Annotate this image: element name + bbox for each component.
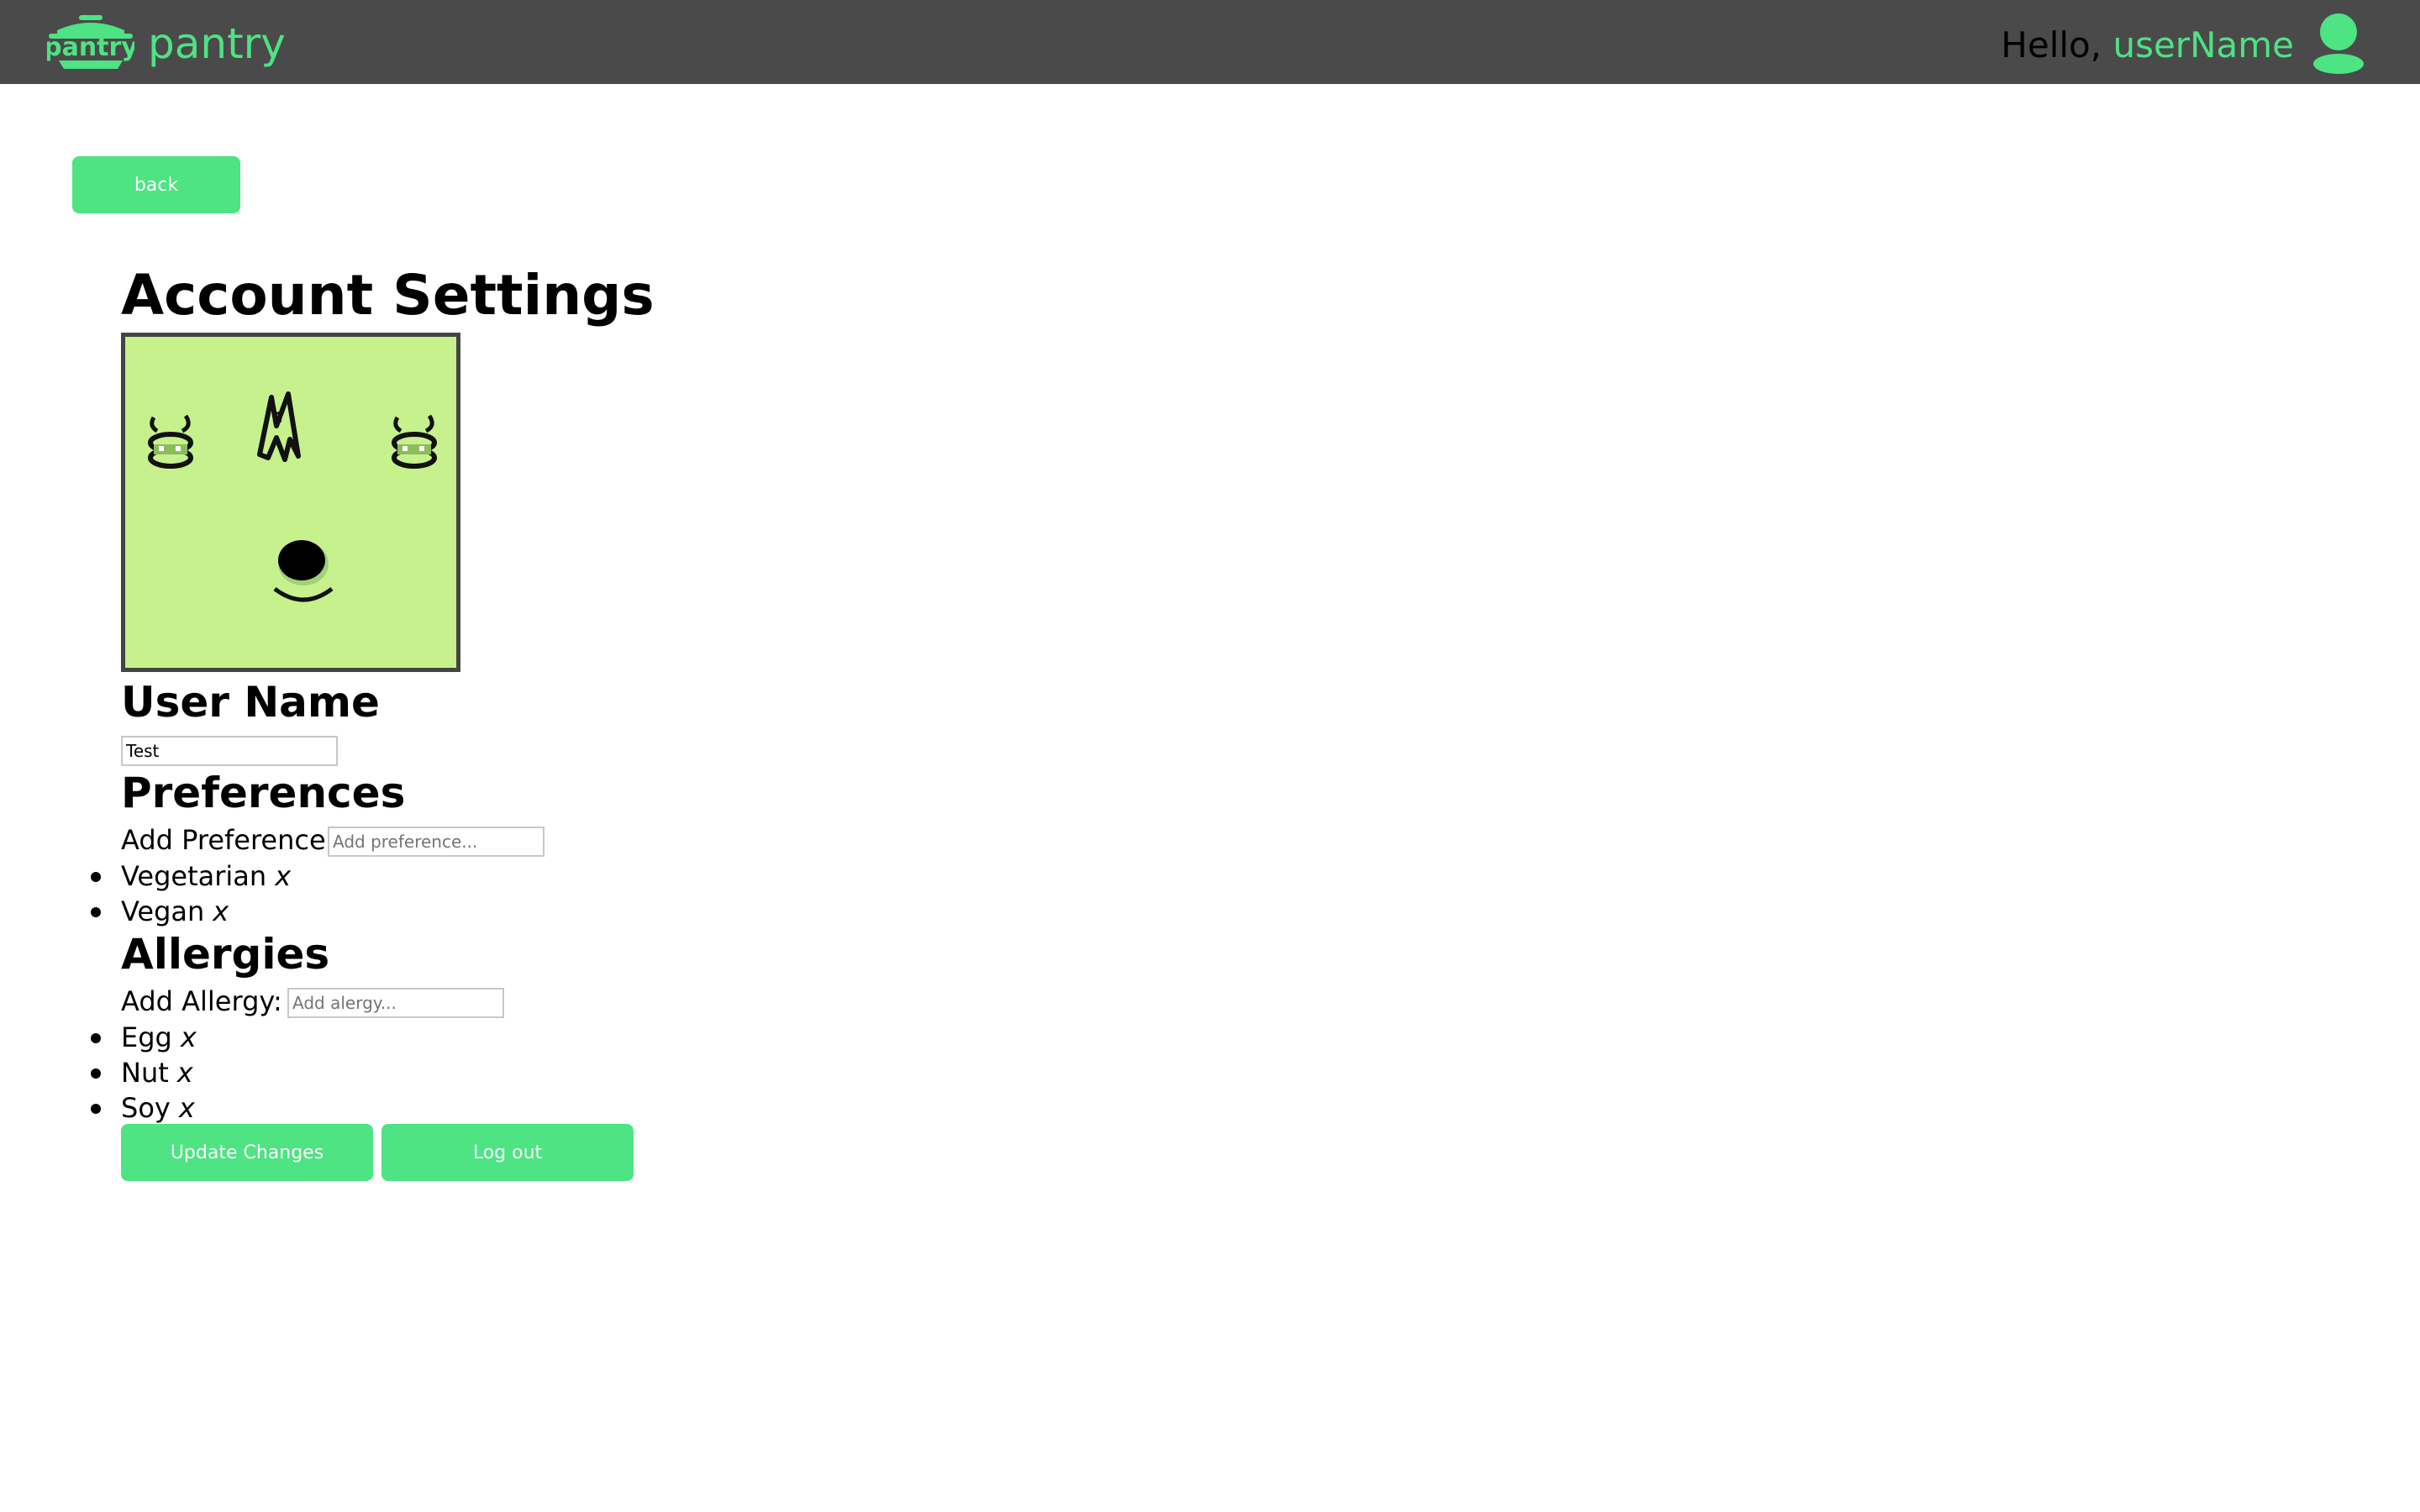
remove-allergy-button[interactable]: x [181, 1021, 197, 1053]
top-nav-bar: pantry pantry Hello, userName [0, 0, 2420, 84]
allergy-label: Egg [121, 1021, 172, 1053]
list-item: Soy x [91, 1090, 197, 1126]
preferences-list: Vegetarian x Vegan x [90, 858, 291, 929]
brand-name[interactable]: pantry [148, 18, 286, 69]
monster-face-icon [148, 391, 437, 602]
remove-preference-button[interactable]: x [213, 895, 229, 927]
remove-preference-button[interactable]: x [275, 860, 291, 892]
update-changes-button[interactable]: Update Changes [121, 1124, 373, 1181]
profile-avatar[interactable] [121, 333, 460, 672]
logo-icon-text: pantry [47, 33, 134, 62]
back-button[interactable]: back [72, 156, 240, 213]
greeting: Hello, userName [2001, 22, 2294, 69]
allergies-heading: Allergies [121, 930, 330, 979]
list-item: Vegan x [90, 894, 291, 929]
preferences-heading: Preferences [121, 769, 406, 817]
preference-label: Vegetarian [121, 860, 267, 892]
add-preference-input[interactable] [328, 827, 544, 857]
add-allergy-label: Add Allergy: [121, 985, 282, 1017]
greeting-prefix: Hello, [2001, 24, 2113, 66]
allergies-list: Egg x Nut x Soy x [91, 1020, 197, 1126]
list-item: Vegetarian x [90, 858, 291, 894]
user-name-heading: User Name [121, 678, 380, 727]
list-item: Nut x [91, 1055, 197, 1090]
add-allergy-input[interactable] [287, 988, 504, 1018]
list-item: Egg x [91, 1020, 197, 1055]
header-username[interactable]: userName [2112, 24, 2294, 66]
remove-allergy-button[interactable]: x [177, 1057, 193, 1089]
allergy-label: Nut [121, 1057, 169, 1089]
add-preference-label: Add Preference: [121, 824, 335, 856]
user-avatar-icon[interactable] [2311, 13, 2366, 74]
preference-label: Vegan [121, 895, 205, 927]
remove-allergy-button[interactable]: x [179, 1092, 195, 1124]
page-title: Account Settings [121, 263, 655, 328]
logout-button[interactable]: Log out [381, 1124, 634, 1181]
pot-logo-icon[interactable]: pantry [47, 13, 134, 71]
allergy-label: Soy [121, 1092, 171, 1124]
username-input[interactable] [121, 736, 338, 766]
